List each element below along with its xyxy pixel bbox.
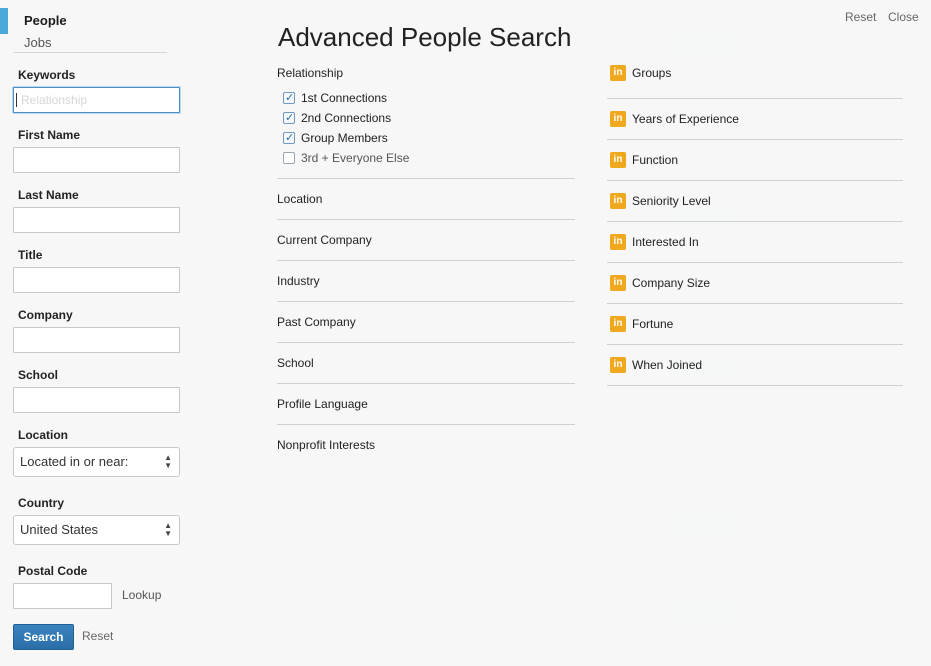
company-label: Company bbox=[18, 308, 73, 322]
premium-facet-label: Groups bbox=[632, 66, 672, 80]
section-divider bbox=[607, 180, 903, 181]
reset-link[interactable]: Reset bbox=[845, 10, 876, 24]
checkbox-icon[interactable]: ✓ bbox=[283, 112, 295, 124]
linkedin-premium-icon: in bbox=[610, 234, 626, 250]
linkedin-premium-icon: in bbox=[610, 152, 626, 168]
select-arrows-icon: ▲ ▼ bbox=[164, 521, 172, 538]
premium-facet-label: When Joined bbox=[632, 358, 703, 372]
facet-location[interactable]: Location bbox=[277, 192, 322, 206]
facet-past-company[interactable]: Past Company bbox=[277, 315, 356, 329]
last-name-input[interactable] bbox=[13, 207, 180, 233]
section-divider bbox=[607, 344, 903, 345]
last-name-label: Last Name bbox=[18, 188, 79, 202]
facet-profile-language[interactable]: Profile Language bbox=[277, 397, 368, 411]
checkbox-label: 2nd Connections bbox=[301, 111, 392, 125]
title-input[interactable] bbox=[13, 267, 180, 293]
country-select[interactable]: United States ▲ ▼ bbox=[13, 515, 180, 545]
nav-divider bbox=[14, 52, 167, 53]
premium-facet-label: Company Size bbox=[632, 276, 711, 290]
section-divider bbox=[607, 385, 903, 386]
section-divider bbox=[607, 221, 903, 222]
location-label: Location bbox=[18, 428, 68, 442]
title-label: Title bbox=[18, 248, 43, 262]
section-divider bbox=[277, 260, 575, 261]
premium-facet-label: Years of Experience bbox=[632, 112, 739, 126]
school-input[interactable] bbox=[13, 387, 180, 413]
postal-code-input[interactable] bbox=[13, 583, 112, 609]
checkbox-label: Group Members bbox=[301, 131, 388, 145]
section-divider bbox=[277, 219, 575, 220]
text-cursor bbox=[16, 93, 17, 107]
nav-jobs[interactable]: Jobs bbox=[24, 35, 51, 50]
first-name-input[interactable] bbox=[13, 147, 180, 173]
nav-people[interactable]: People bbox=[24, 13, 67, 28]
location-select-value: Located in or near: bbox=[20, 454, 129, 469]
checkbox-label: 1st Connections bbox=[301, 91, 388, 105]
premium-facet-label: Seniority Level bbox=[632, 194, 711, 208]
select-arrows-icon: ▲ ▼ bbox=[164, 453, 172, 470]
keywords-input[interactable]: Relationship bbox=[13, 87, 180, 113]
company-input[interactable] bbox=[13, 327, 180, 353]
section-divider bbox=[607, 262, 903, 263]
relationship-label: Relationship bbox=[277, 66, 344, 80]
checkbox-label: 3rd + Everyone Else bbox=[301, 151, 410, 165]
search-sidebar: People Jobs Keywords Relationship First … bbox=[0, 0, 195, 666]
premium-facet-label: Interested In bbox=[632, 235, 699, 249]
section-divider bbox=[607, 139, 903, 140]
section-divider bbox=[277, 383, 575, 384]
linkedin-premium-icon: in bbox=[610, 316, 626, 332]
lookup-link[interactable]: Lookup bbox=[122, 588, 161, 602]
linkedin-premium-icon: in bbox=[610, 111, 626, 127]
country-select-value: United States bbox=[20, 522, 99, 537]
keywords-label: Keywords bbox=[18, 68, 76, 82]
facet-current-company[interactable]: Current Company bbox=[277, 233, 372, 247]
linkedin-premium-icon: in bbox=[610, 65, 626, 81]
page-title: Advanced People Search bbox=[278, 22, 572, 52]
postal-code-label: Postal Code bbox=[18, 564, 88, 578]
search-button[interactable]: Search bbox=[13, 624, 74, 650]
section-divider bbox=[277, 342, 575, 343]
first-name-label: First Name bbox=[18, 128, 81, 142]
facet-school[interactable]: School bbox=[277, 356, 314, 370]
facet-industry[interactable]: Industry bbox=[277, 274, 320, 288]
section-divider bbox=[607, 98, 903, 99]
keywords-ghost-text: Relationship bbox=[21, 93, 88, 107]
checkbox-icon[interactable] bbox=[283, 152, 295, 164]
active-nav-indicator bbox=[0, 8, 8, 34]
linkedin-premium-icon: in bbox=[610, 275, 626, 291]
section-divider bbox=[607, 303, 903, 304]
advanced-search-overlay: People Jobs Keywords Relationship First … bbox=[0, 0, 931, 666]
facet-nonprofit-interests[interactable]: Nonprofit Interests bbox=[277, 438, 375, 452]
checkbox-icon[interactable]: ✓ bbox=[283, 132, 295, 144]
premium-facet-label: Fortune bbox=[632, 317, 674, 331]
school-label: School bbox=[18, 368, 59, 382]
checkbox-icon[interactable]: ✓ bbox=[283, 92, 295, 104]
country-label: Country bbox=[18, 496, 64, 510]
location-select[interactable]: Located in or near: ▲ ▼ bbox=[13, 447, 180, 477]
linkedin-premium-icon: in bbox=[610, 193, 626, 209]
premium-facet-label: Function bbox=[632, 153, 679, 167]
reset-form-link[interactable]: Reset bbox=[82, 629, 113, 643]
section-divider bbox=[277, 301, 575, 302]
section-divider bbox=[277, 424, 575, 425]
close-link[interactable]: Close bbox=[888, 10, 919, 24]
section-divider bbox=[277, 178, 575, 179]
linkedin-premium-icon: in bbox=[610, 357, 626, 373]
